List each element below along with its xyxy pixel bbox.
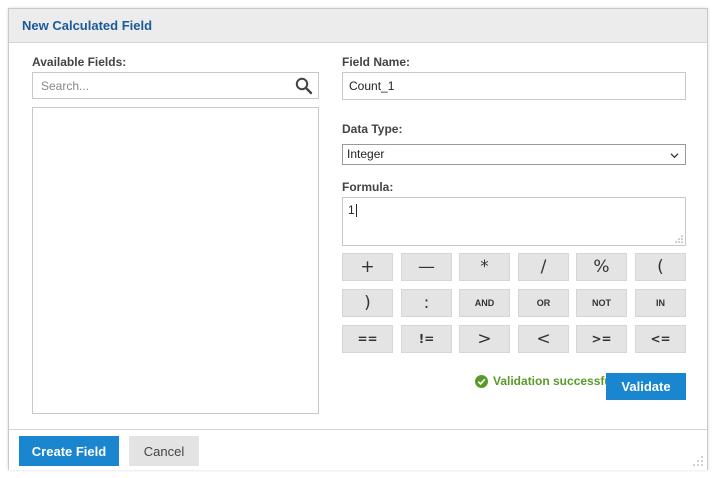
operator-divide-button[interactable]: / (518, 253, 569, 281)
data-type-label: Data Type: (342, 122, 403, 136)
check-circle-icon (475, 374, 488, 388)
formula-text: 1 (348, 203, 355, 217)
operator-in-button[interactable]: IN (635, 289, 686, 317)
textarea-resize-icon[interactable] (675, 235, 683, 243)
operator-modulo-button[interactable]: % (576, 253, 627, 281)
resize-grip-icon[interactable] (693, 456, 703, 466)
operator-less-equal-button[interactable]: <= (635, 325, 686, 353)
data-type-select[interactable]: Integer (342, 144, 686, 165)
text-caret (355, 204, 357, 218)
field-search-input[interactable] (39, 78, 283, 94)
dialog-title: New Calculated Field (22, 18, 153, 33)
create-field-button[interactable]: Create Field (19, 436, 119, 466)
operator-colon-button[interactable]: : (401, 289, 452, 317)
operator-not-equals-button[interactable]: != (401, 325, 452, 353)
available-fields-list[interactable] (32, 107, 319, 414)
field-name-input[interactable]: Count_1 (342, 72, 686, 100)
field-name-label: Field Name: (342, 55, 411, 69)
search-icon[interactable] (295, 77, 313, 95)
field-search-box[interactable] (32, 72, 319, 99)
operator-plus-button[interactable]: + (342, 253, 393, 281)
operator-minus-button[interactable]: — (401, 253, 452, 281)
validation-text: Validation successful (493, 374, 616, 388)
operator-equals-button[interactable]: == (342, 325, 393, 353)
data-type-selected: Integer (347, 147, 385, 161)
dialog-titlebar: New Calculated Field (9, 9, 707, 43)
dialog-footer: Create Field Cancel (9, 429, 707, 470)
available-fields-label: Available Fields: (32, 55, 127, 69)
cancel-button[interactable]: Cancel (129, 436, 199, 466)
operator-less-button[interactable]: < (518, 325, 569, 353)
formula-label: Formula: (342, 180, 394, 194)
operator-open-paren-button[interactable]: ( (635, 253, 686, 281)
operator-close-paren-button[interactable]: ) (342, 289, 393, 317)
chevron-down-icon (670, 153, 679, 159)
operator-not-button[interactable]: NOT (576, 289, 627, 317)
validate-button[interactable]: Validate (606, 373, 686, 400)
operator-greater-button[interactable]: > (459, 325, 510, 353)
operator-greater-equal-button[interactable]: >= (576, 325, 627, 353)
operator-multiply-button[interactable]: * (459, 253, 510, 281)
operator-and-button[interactable]: AND (459, 289, 510, 317)
validation-status: Validation successful (475, 374, 615, 388)
formula-textarea[interactable]: 1 (342, 197, 686, 246)
operator-or-button[interactable]: OR (518, 289, 569, 317)
calculated-field-dialog: New Calculated Field Available Fields: F… (8, 8, 708, 470)
